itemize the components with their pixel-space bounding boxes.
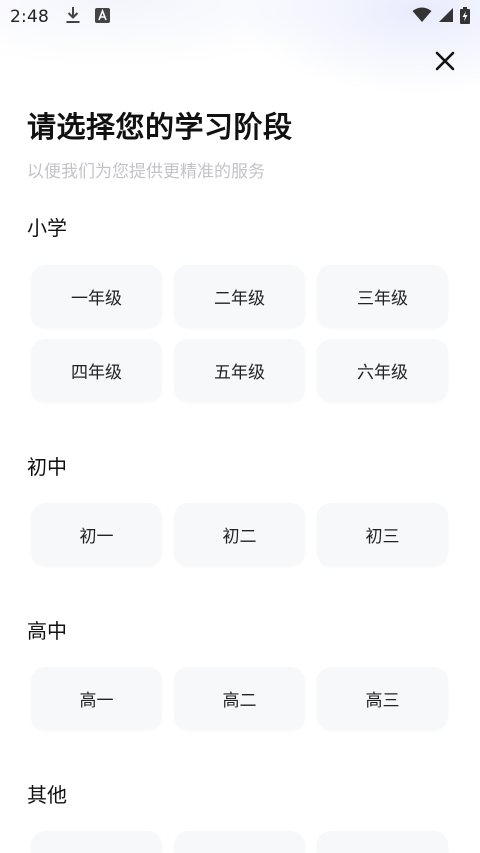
battery-charging-icon [460,6,470,28]
download-icon [65,6,81,28]
wifi-icon [412,7,432,27]
status-time: 2:48 [10,7,49,27]
grade-button-partial[interactable] [174,831,305,853]
grade-button[interactable]: 二年级 [174,265,305,328]
status-bar: 2:48 [0,0,480,34]
grade-button-partial[interactable] [317,831,448,853]
section-title-primary: 小学 [27,216,67,240]
section-title-middle: 初中 [27,455,67,479]
app-a-icon [94,7,110,27]
grade-button-partial[interactable] [31,831,162,853]
grade-button[interactable]: 四年级 [31,339,162,402]
signal-icon [438,7,454,27]
grade-button[interactable]: 初二 [174,503,305,566]
grade-button[interactable]: 一年级 [31,265,162,328]
grade-button[interactable]: 六年级 [317,339,448,402]
grade-button[interactable]: 高三 [317,667,448,730]
grade-button[interactable]: 初一 [31,503,162,566]
page-subtitle: 以便我们为您提供更精准的服务 [27,162,265,182]
grade-button[interactable]: 五年级 [174,339,305,402]
grade-button[interactable]: 初三 [317,503,448,566]
grade-button[interactable]: 三年级 [317,265,448,328]
close-icon [435,51,455,71]
page-title: 请选择您的学习阶段 [27,110,293,144]
grade-button[interactable]: 高二 [174,667,305,730]
grade-button[interactable]: 高一 [31,667,162,730]
section-title-other: 其他 [27,783,67,807]
close-button[interactable] [428,44,462,78]
section-title-high: 高中 [27,619,67,643]
